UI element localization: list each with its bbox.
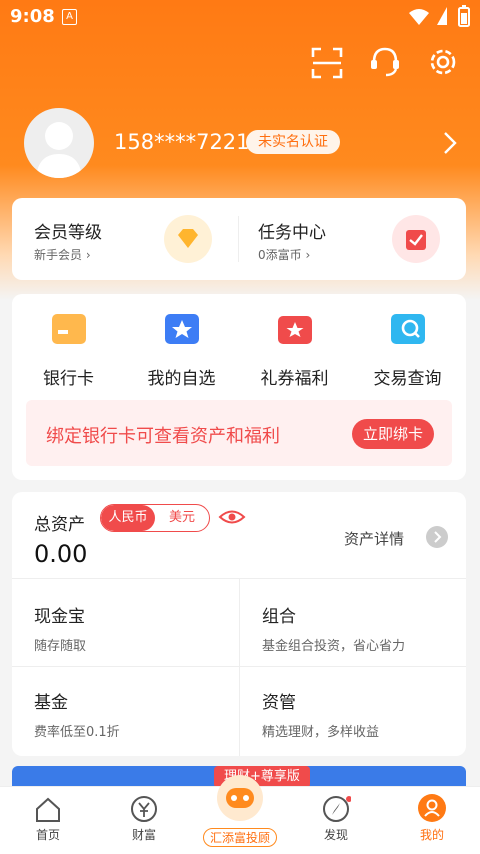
card-divider [238, 216, 239, 262]
product-cash-title: 现金宝 [34, 607, 85, 627]
member-level-subtitle[interactable]: 新手会员 › [34, 246, 91, 263]
tab-me-label: 我的 [419, 828, 444, 842]
task-center-subtitle[interactable]: 0添富币 › [258, 246, 310, 263]
member-diamond-icon[interactable] [164, 215, 212, 263]
action-favorites[interactable]: 我的自选 [125, 310, 238, 389]
action-favorites-label: 我的自选 [147, 369, 216, 389]
currency-toggle[interactable]: 人民币 美元 [100, 504, 210, 532]
assets-divider-middle [12, 666, 466, 667]
status-bar: 9:08 A [0, 0, 480, 34]
bind-card-button[interactable]: 立即绑卡 [352, 419, 434, 449]
product-portfolio-desc: 基金组合投资，省心省力 [262, 639, 406, 654]
action-coupons[interactable]: 礼券福利 [238, 310, 351, 389]
action-transaction-query[interactable]: 交易查询 [351, 310, 464, 389]
tab-discover[interactable]: 发现 [288, 795, 384, 843]
compass-icon [323, 796, 352, 822]
product-asset-management-desc: 精选理财，多样收益 [262, 725, 380, 740]
tab-advisor-label: 汇添富投顾 [202, 828, 277, 847]
status-time: 9:08 [10, 6, 55, 27]
product-asset-management[interactable]: 资管 精选理财，多样收益 [262, 688, 379, 740]
member-level-title[interactable]: 会员等级 [34, 218, 102, 243]
chevron-right-icon[interactable] [440, 130, 460, 156]
search-transaction-icon [390, 314, 425, 344]
action-transaction-query-label: 交易查询 [373, 369, 442, 389]
product-cash-desc: 随存随取 [34, 639, 87, 654]
scan-icon[interactable] [310, 46, 344, 80]
user-icon [418, 794, 446, 822]
eye-icon[interactable] [218, 506, 246, 528]
total-assets-amount: 0.00 [34, 540, 88, 568]
real-name-badge[interactable]: 未实名认证 [246, 130, 340, 154]
battery-icon [458, 5, 470, 27]
product-fund-desc: 费率低至0.1折 [34, 725, 120, 740]
asset-detail-arrow-icon[interactable] [426, 526, 448, 548]
favorite-star-icon [164, 314, 199, 344]
action-bank-card[interactable]: 银行卡 [12, 310, 125, 389]
member-task-card: 会员等级 新手会员 › 任务中心 0添富币 › [12, 198, 466, 280]
bank-card-icon [51, 314, 86, 344]
task-center-title[interactable]: 任务中心 [258, 218, 326, 243]
total-assets-title: 总资产 [34, 515, 85, 535]
product-asset-management-title: 资管 [262, 693, 296, 713]
quick-actions-card: 银行卡 我的自选 礼券福利 交易查询 绑定银行卡可查看资产和福利 立即绑卡 [12, 294, 466, 480]
signal-icon [437, 7, 447, 25]
tab-wealth-label: 财富 [131, 828, 156, 842]
tab-wealth[interactable]: 财富 [96, 795, 192, 843]
robot-advisor-icon [217, 775, 263, 821]
currency-usd[interactable]: 美元 [155, 505, 209, 531]
default-avatar-icon [36, 122, 82, 178]
sim-icon: A [62, 9, 77, 25]
tab-me[interactable]: 我的 [384, 793, 480, 843]
bind-card-text: 绑定银行卡可查看资产和福利 [46, 426, 280, 447]
task-check-icon[interactable] [392, 215, 440, 263]
bind-card-banner[interactable]: 绑定银行卡可查看资产和福利 立即绑卡 [26, 400, 452, 466]
asset-detail-link[interactable]: 资产详情 [344, 528, 404, 549]
yen-icon [131, 796, 157, 822]
product-fund-title: 基金 [34, 693, 68, 713]
action-bank-card-label: 银行卡 [43, 369, 94, 389]
settings-gear-icon[interactable] [426, 45, 460, 79]
tab-home-label: 首页 [35, 828, 60, 842]
quick-actions-row: 银行卡 我的自选 礼券福利 交易查询 [12, 310, 466, 390]
assets-divider-vertical [239, 578, 240, 756]
product-portfolio[interactable]: 组合 基金组合投资，省心省力 [262, 602, 405, 654]
wifi-icon [409, 9, 429, 25]
currency-rmb[interactable]: 人民币 [101, 505, 155, 531]
avatar[interactable] [24, 108, 94, 178]
coupon-icon [277, 316, 312, 344]
product-fund[interactable]: 基金 费率低至0.1折 [34, 688, 120, 740]
home-icon [36, 797, 60, 822]
tab-home[interactable]: 首页 [0, 795, 96, 843]
action-coupons-label: 礼券福利 [260, 369, 329, 389]
phone-number[interactable]: 158****7221 [114, 130, 250, 154]
tab-discover-label: 发现 [323, 828, 348, 842]
tab-advisor[interactable]: 汇添富投顾 [192, 773, 288, 847]
bottom-tab-bar: 首页 财富 汇添富投顾 发现 我的 [0, 775, 480, 854]
product-cash[interactable]: 现金宝 随存随取 [34, 602, 86, 654]
customer-service-icon[interactable] [368, 44, 402, 78]
product-portfolio-title: 组合 [262, 607, 296, 627]
assets-card: 总资产 人民币 美元 0.00 资产详情 现金宝 随存随取 组合 基金组合投资，… [12, 492, 466, 756]
